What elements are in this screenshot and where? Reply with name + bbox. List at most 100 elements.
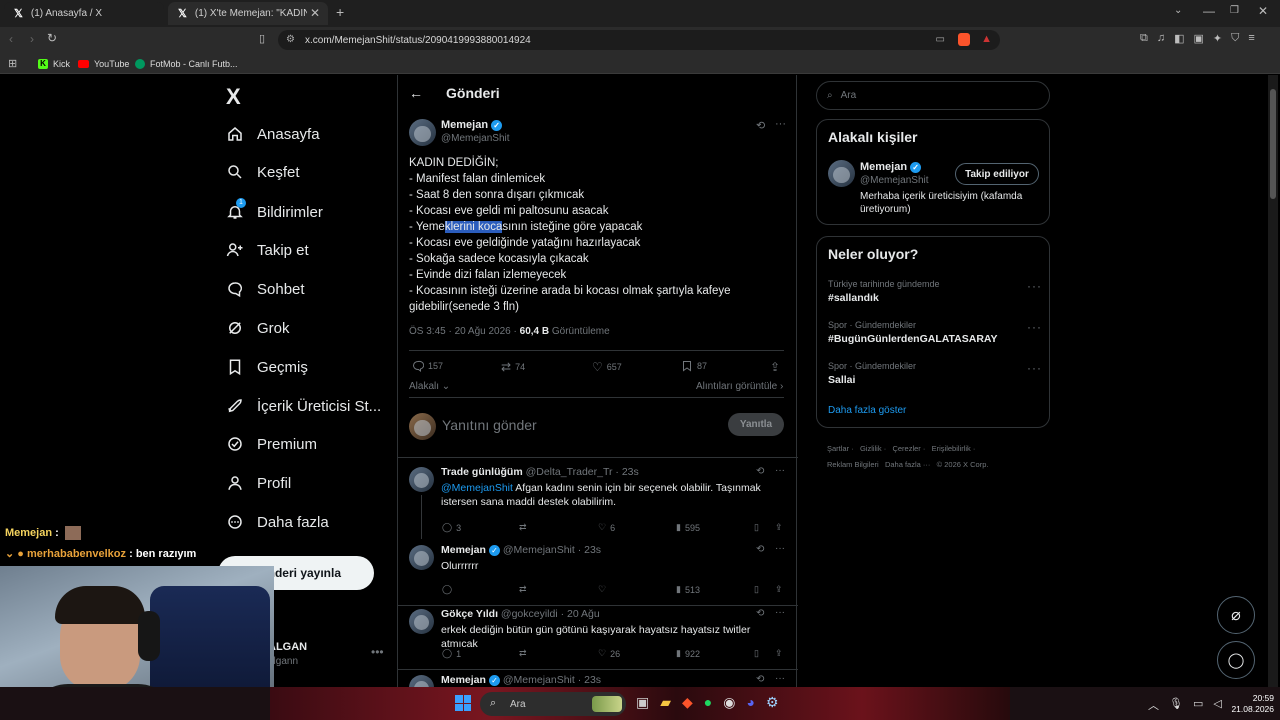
- like-button[interactable]: ♡ 26: [598, 648, 620, 659]
- close-tab-icon[interactable]: ✕: [310, 6, 320, 20]
- reply-button[interactable]: ◯: [442, 584, 456, 595]
- back-icon[interactable]: ‹: [9, 32, 13, 46]
- brave-shield-icon[interactable]: [958, 33, 970, 46]
- bookmark-button[interactable]: ▯: [754, 648, 759, 659]
- task-view-icon[interactable]: ▣: [636, 694, 649, 711]
- footer-link[interactable]: Çerezler: [892, 444, 920, 453]
- bookmark-page-icon[interactable]: ▯: [259, 32, 265, 45]
- trend-more-icon[interactable]: ···: [1027, 320, 1042, 334]
- like-button[interactable]: ♡: [598, 584, 610, 595]
- discord-icon[interactable]: ◕: [746, 694, 754, 711]
- sidebar-item-rocket[interactable]: İçerik Üreticisi St...: [226, 393, 381, 419]
- show-more-link[interactable]: Daha fazla göster: [828, 405, 906, 416]
- share-button[interactable]: ⇪: [775, 648, 783, 659]
- grok-explain-icon[interactable]: ⟲: [756, 544, 764, 555]
- post-more-icon[interactable]: ···: [775, 118, 786, 130]
- view-quotes-link[interactable]: Alıntıları görüntüle ›: [696, 381, 783, 392]
- sidebar-item-more-circle[interactable]: Daha fazla: [226, 509, 329, 535]
- microphone-icon[interactable]: 🎙: [1169, 697, 1183, 713]
- forward-icon[interactable]: ›: [30, 32, 34, 46]
- sidebar-icon[interactable]: ◧: [1174, 32, 1184, 45]
- reply-author[interactable]: Gökçe Yıldı: [441, 608, 498, 620]
- reply-tweet[interactable]: Trade günlüğüm @Delta_Trader_Tr · 23s ⟲ ··…: [398, 465, 796, 541]
- music-icon[interactable]: ♫: [1157, 32, 1165, 45]
- grok-explain-icon[interactable]: ⟲: [756, 674, 764, 685]
- repost-button[interactable]: ⇄: [519, 584, 527, 595]
- share-button[interactable]: ⇪: [775, 584, 783, 595]
- repost-button[interactable]: ⇄: [519, 522, 527, 533]
- bookmark-youtube[interactable]: YouTube: [78, 53, 129, 74]
- account-more-icon[interactable]: •••: [371, 645, 384, 659]
- reply-author[interactable]: Memejan: [441, 674, 486, 686]
- like-button[interactable]: ♡ 6: [598, 522, 615, 533]
- menu-icon[interactable]: ≡: [1248, 32, 1254, 45]
- messages-float-button[interactable]: ◯: [1217, 641, 1255, 679]
- bookmark-fotmob[interactable]: FotMob - Canlı Futb...: [135, 53, 238, 74]
- post-author[interactable]: Memejan ✓: [441, 119, 503, 131]
- sidebar-item-bell[interactable]: 1 Bildirimler: [226, 198, 323, 225]
- bookmark-button[interactable]: 87: [681, 360, 707, 372]
- volume-icon[interactable]: ◁: [1213, 697, 1221, 713]
- spotify-icon[interactable]: ●: [704, 694, 712, 711]
- reply-input[interactable]: Yanıtını gönder: [442, 417, 537, 433]
- minimize-icon[interactable]: —: [1203, 4, 1215, 18]
- reply-author[interactable]: Trade günlüğüm: [441, 466, 523, 478]
- mention-link[interactable]: @MemejanShit: [441, 482, 513, 494]
- sidebar-item-person[interactable]: Profil: [226, 470, 291, 496]
- address-bar[interactable]: ⚙ x.com/MemejanShit/status/2090419993880…: [278, 30, 1000, 50]
- person-name[interactable]: Memejan ✓: [860, 161, 922, 173]
- browser-tab[interactable]: 𝕏 (1) Anasayfa / X: [4, 2, 164, 25]
- sidebar-item-chat[interactable]: Sohbet: [226, 276, 305, 302]
- reply-button[interactable]: ◯ 1: [442, 648, 461, 659]
- sidebar-item-grok[interactable]: Grok: [226, 315, 290, 341]
- chevron-up-icon[interactable]: ︿: [1148, 697, 1159, 713]
- reply-tweet[interactable]: Memejan ✓ @MemejanShit · 23s ⟲ ··· Olurrrrrr…: [398, 543, 796, 605]
- brave-icon[interactable]: ◆: [682, 694, 693, 711]
- repost-button[interactable]: ⇄ 74: [501, 360, 525, 374]
- avatar[interactable]: [828, 160, 855, 187]
- site-info-icon[interactable]: ⚙: [286, 34, 295, 45]
- x-logo-icon[interactable]: X: [226, 84, 241, 110]
- brave-rewards-icon[interactable]: ▲: [981, 33, 992, 45]
- maximize-icon[interactable]: ❐: [1230, 5, 1239, 16]
- avatar[interactable]: [409, 675, 434, 687]
- bookmark-kick[interactable]: K Kick: [38, 53, 70, 74]
- avatar[interactable]: [409, 467, 434, 492]
- scrollbar-thumb[interactable]: [1270, 89, 1276, 199]
- grok-explain-icon[interactable]: ⟲: [756, 119, 765, 132]
- new-tab-button[interactable]: +: [336, 4, 344, 20]
- chevron-down-icon[interactable]: ⌄: [1174, 5, 1182, 16]
- post-handle[interactable]: @MemejanShit: [441, 133, 510, 144]
- footer-link[interactable]: Daha fazla ···: [885, 460, 930, 469]
- steam-icon[interactable]: ⚙: [766, 694, 779, 711]
- related-filter[interactable]: Alakalı ⌄: [409, 381, 450, 392]
- extensions-icon[interactable]: ⧉: [1140, 32, 1148, 45]
- bookmark-button[interactable]: ▯: [754, 522, 759, 533]
- close-window-icon[interactable]: ✕: [1258, 4, 1268, 18]
- trend-item[interactable]: Spor · Gündemdekiler Sallai ···: [817, 361, 1049, 397]
- sidebar-item-home[interactable]: Anasayfa: [226, 121, 320, 147]
- sidebar-item-bookmark[interactable]: Geçmiş: [226, 354, 308, 380]
- avatar[interactable]: [409, 545, 434, 570]
- share-button[interactable]: ⇪: [770, 360, 780, 374]
- views-button[interactable]: ▮ 595: [676, 522, 700, 533]
- grok-explain-icon[interactable]: ⟲: [756, 608, 764, 619]
- following-button[interactable]: Takip ediliyor: [955, 163, 1039, 185]
- network-icon[interactable]: ▭: [1193, 697, 1203, 713]
- bookmark-button[interactable]: ▯: [754, 584, 759, 595]
- like-button[interactable]: ♡ 657: [592, 360, 622, 374]
- apps-grid-icon[interactable]: ⊞: [8, 53, 17, 74]
- scrollbar[interactable]: [1268, 75, 1278, 687]
- reply-more-icon[interactable]: ···: [775, 673, 785, 684]
- cast-icon[interactable]: ▭: [936, 34, 945, 45]
- share-button[interactable]: ⇪: [775, 522, 783, 533]
- trend-more-icon[interactable]: ···: [1027, 279, 1042, 293]
- search-input[interactable]: ⌕ Ara: [816, 81, 1050, 110]
- footer-link[interactable]: Şartlar: [827, 444, 849, 453]
- repost-button[interactable]: ⇄: [519, 648, 527, 659]
- vpn-icon[interactable]: ⛉: [1231, 32, 1239, 45]
- trend-more-icon[interactable]: ···: [1027, 361, 1042, 375]
- reply-more-icon[interactable]: ···: [775, 465, 785, 476]
- start-icon[interactable]: [455, 695, 471, 711]
- views-button[interactable]: ▮ 513: [676, 584, 700, 595]
